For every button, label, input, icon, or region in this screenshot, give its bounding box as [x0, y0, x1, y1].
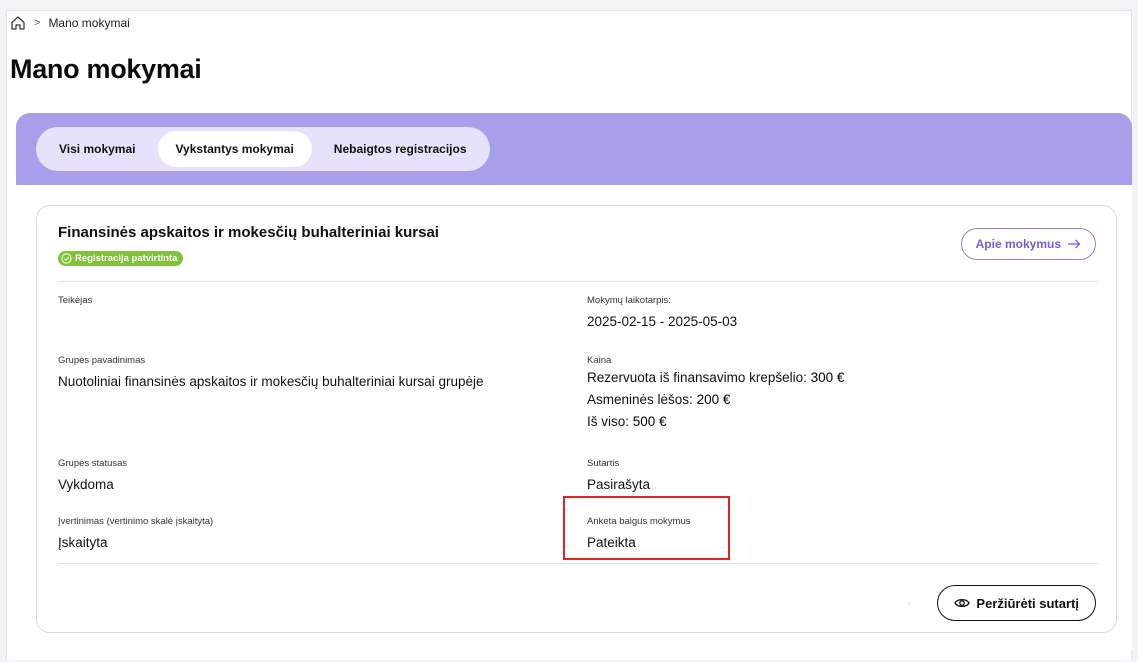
assessment-value: Įskaityta	[58, 535, 108, 550]
about-training-button[interactable]: Apie mokymus	[960, 228, 1096, 260]
provider-field: Teikėjas	[58, 295, 92, 311]
group-status-label: Grupės statusas	[58, 458, 128, 469]
check-circle-icon	[61, 253, 72, 264]
divider	[58, 281, 1098, 282]
tabs-band: Visi mokymai Vykstantys mokymai Nebaigto…	[16, 113, 1132, 185]
contract-field: Sutartis Pasirašyta	[587, 458, 650, 496]
contract-label: Sutartis	[587, 458, 620, 469]
assessment-label: Įvertinimas (vertinimo skalė įskaityta)	[58, 516, 214, 527]
status-badge-label: Registracija patvirtinta	[75, 253, 178, 264]
status-badge: Registracija patvirtinta	[58, 251, 184, 266]
tab-all-trainings[interactable]: Visi mokymai	[41, 131, 154, 167]
view-contract-label: Peržiūrėti sutartį	[976, 595, 1079, 611]
breadcrumb: > Mano mokymai	[10, 14, 130, 32]
decorative-dot	[908, 602, 911, 605]
divider	[58, 563, 1098, 564]
period-field: Mokymų laikotarpis: 2025-02-15 - 2025-05…	[587, 295, 737, 333]
breadcrumb-separator: >	[34, 17, 41, 29]
price-total-amount: 500 €	[632, 414, 667, 429]
price-personal: Asmeninės lėšos: 200 €	[587, 389, 844, 411]
price-reserved: Rezervuota iš finansavimo krepšelio: 300…	[587, 367, 844, 389]
price-reserved-text: Rezervuota iš finansavimo krepšelio:	[587, 370, 807, 385]
price-total-text: Iš viso:	[587, 414, 630, 429]
provider-label: Teikėjas	[58, 295, 93, 306]
price-personal-text: Asmeninės lėšos:	[587, 392, 693, 407]
survey-highlight-box	[563, 496, 730, 560]
group-status-field: Grupės statusas Vykdoma	[58, 458, 127, 496]
course-title: Finansinės apskaitos ir mokesčių buhalte…	[58, 224, 439, 241]
price-personal-amount: 200 €	[696, 392, 731, 407]
course-card: Finansinės apskaitos ir mokesčių buhalte…	[36, 205, 1117, 633]
group-name-field: Grupės pavadinimas Nuotoliniai finansinė…	[58, 355, 483, 393]
assessment-field: Įvertinimas (vertinimo skalė įskaityta) …	[58, 516, 213, 554]
arrow-right-icon	[1067, 239, 1081, 249]
tab-unfinished-registrations[interactable]: Nebaigtos registracijos	[316, 131, 485, 167]
group-name-label: Grupės pavadinimas	[58, 355, 146, 366]
price-label: Kaina	[587, 355, 612, 366]
page-title: Mano mokymai	[10, 54, 202, 84]
period-label: Mokymų laikotarpis:	[587, 295, 671, 306]
tab-bar: Visi mokymai Vykstantys mokymai Nebaigto…	[36, 127, 490, 171]
group-status-value: Vykdoma	[58, 477, 114, 492]
price-total: Iš viso: 500 €	[587, 411, 844, 433]
price-field: Kaina Rezervuota iš finansavimo krepšeli…	[587, 355, 844, 433]
group-name-value: Nuotoliniai finansinės apskaitos ir moke…	[58, 374, 484, 389]
contract-value: Pasirašyta	[587, 477, 651, 492]
price-reserved-amount: 300 €	[810, 370, 845, 385]
view-contract-button[interactable]: Peržiūrėti sutartį	[937, 585, 1096, 621]
eye-icon	[954, 597, 971, 609]
home-icon[interactable]	[10, 15, 26, 31]
about-training-label: Apie mokymus	[975, 237, 1061, 251]
tab-ongoing-trainings[interactable]: Vykstantys mokymai	[157, 131, 312, 167]
period-value: 2025-02-15 - 2025-05-03	[587, 314, 738, 329]
breadcrumb-current: Mano mokymai	[48, 16, 130, 30]
